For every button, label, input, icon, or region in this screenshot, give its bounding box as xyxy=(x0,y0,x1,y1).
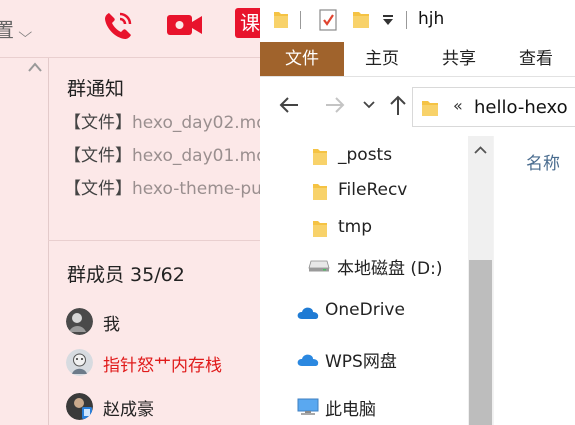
up-arrow-icon[interactable] xyxy=(388,94,408,116)
chat-toolbar: 置 ⌵ 课 xyxy=(0,0,260,58)
tree-item-label: FileRecv xyxy=(338,180,408,200)
tab-view[interactable]: 查看 xyxy=(510,42,562,76)
group-members-title: 群成员 35/62 xyxy=(67,264,185,286)
ribbon-divider xyxy=(260,76,575,77)
notice-file-item[interactable]: 【文件】hexo_day02.md xyxy=(64,108,260,133)
member-name: 我 xyxy=(103,315,120,335)
ribbon-tabs: 文件 主页 共享 查看 xyxy=(260,42,575,76)
tree-item-label: _posts xyxy=(338,145,393,165)
scrollbar-thumb[interactable] xyxy=(469,260,492,425)
forward-arrow-icon[interactable] xyxy=(324,94,346,116)
cloud-icon xyxy=(297,354,319,366)
tab-share[interactable]: 共享 xyxy=(433,42,485,76)
navigation-pane: _posts FileRecv tmp 本地磁盘 (D:) OneDrive W… xyxy=(260,136,468,425)
section-divider xyxy=(48,240,260,241)
tree-item-label: 此电脑 xyxy=(325,400,376,420)
file-name: hexo-theme-pure xyxy=(132,179,260,199)
group-notice-title: 群通知 xyxy=(67,78,125,100)
address-bar[interactable]: « hello-hexo xyxy=(412,87,575,127)
computer-icon xyxy=(297,398,319,415)
cloud-icon xyxy=(297,307,319,319)
titlebar-divider xyxy=(406,11,407,29)
tree-item-label: tmp xyxy=(338,217,373,237)
settings-label: 置 xyxy=(0,18,14,42)
avatar xyxy=(66,393,93,420)
column-header-name[interactable]: 名称 xyxy=(526,149,560,174)
back-arrow-icon[interactable] xyxy=(278,94,300,116)
folder-icon xyxy=(313,149,327,165)
member-name: 赵成豪 xyxy=(103,400,154,420)
chevron-down-icon: ⌵ xyxy=(18,25,33,41)
class-icon-label: 课 xyxy=(240,11,260,35)
address-path: hello-hexo xyxy=(474,97,568,118)
notice-file-item[interactable]: 【文件】hexo-theme-pure xyxy=(64,174,260,199)
class-icon[interactable]: 课 xyxy=(235,8,260,38)
scroll-up-icon[interactable] xyxy=(474,146,487,154)
member-name: 指针怒艹内存栈 xyxy=(103,356,222,376)
chat-divider xyxy=(48,58,49,425)
tree-item-label: OneDrive xyxy=(325,300,405,320)
titlebar-divider xyxy=(300,11,301,29)
settings-menu[interactable]: 置 ⌵ xyxy=(0,14,33,43)
folder-icon xyxy=(313,184,327,200)
video-call-icon[interactable] xyxy=(166,10,204,40)
avatar xyxy=(66,308,93,335)
window-titlebar: hjh xyxy=(260,0,575,40)
chat-panel: 置 ⌵ 课 群通知 【文件】hexo_day02.md 【文件】hexo_day0… xyxy=(0,0,260,425)
recent-locations-chevron-icon[interactable] xyxy=(363,101,375,109)
navigation-bar: « hello-hexo xyxy=(260,82,575,132)
phone-call-icon[interactable] xyxy=(100,8,136,44)
file-explorer-window: hjh 文件 主页 共享 查看 « hello-hexo _posts File… xyxy=(260,0,575,425)
file-tag: 【文件】 xyxy=(64,179,132,199)
folder-icon xyxy=(422,101,438,116)
folder-icon xyxy=(313,221,327,237)
customize-toolbar-icon[interactable] xyxy=(382,14,394,26)
avatar xyxy=(66,349,93,376)
properties-icon[interactable] xyxy=(318,9,338,31)
tab-home[interactable]: 主页 xyxy=(356,42,408,76)
breadcrumb-overflow-icon[interactable]: « xyxy=(453,96,463,115)
file-tag: 【文件】 xyxy=(64,146,132,166)
new-folder-icon[interactable] xyxy=(352,9,370,29)
file-tag: 【文件】 xyxy=(64,113,132,133)
notice-file-item[interactable]: 【文件】hexo_day01.md xyxy=(64,141,260,166)
tree-item-label: 本地磁盘 (D:) xyxy=(337,259,443,279)
tree-item-label: WPS网盘 xyxy=(325,352,397,372)
file-name: hexo_day01.md xyxy=(132,146,260,166)
file-name: hexo_day02.md xyxy=(132,113,260,133)
tab-file[interactable]: 文件 xyxy=(260,42,344,76)
navigation-scrollbar[interactable] xyxy=(468,136,493,425)
collapse-up-icon[interactable] xyxy=(27,60,43,74)
folder-icon xyxy=(274,12,288,28)
window-title: hjh xyxy=(418,9,445,29)
pane-divider xyxy=(493,136,494,425)
drive-icon xyxy=(308,260,330,272)
